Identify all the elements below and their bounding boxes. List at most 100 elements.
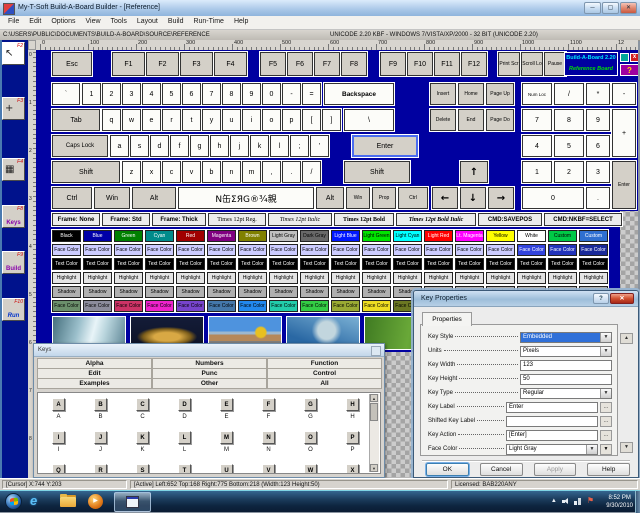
key-n-g[interactable]: N缶ΣЯG®¾親 xyxy=(178,187,314,209)
text-color-button-10[interactable]: Text Color xyxy=(362,258,391,270)
face-color2-button-10[interactable]: Face Color xyxy=(362,300,391,312)
highlight-button-17[interactable]: Highlight xyxy=(579,272,608,284)
face-color2-button-9[interactable]: Face Color xyxy=(331,300,360,312)
key-5[interactable]: 5 xyxy=(162,83,181,105)
keys-scrollbar[interactable]: ▲ ▼ xyxy=(369,394,379,472)
key-n[interactable]: n xyxy=(222,161,241,183)
tab-properties[interactable]: Properties xyxy=(422,312,472,326)
key-key[interactable]: / xyxy=(302,161,321,183)
key-s[interactable]: s xyxy=(130,135,149,157)
shadow-button-2[interactable]: Shadow xyxy=(114,286,143,298)
style-button-cmd-nkbf-select[interactable]: CMD:NKBF=SELECT xyxy=(544,213,622,226)
face-color-select[interactable]: Light Gray▼ xyxy=(506,444,598,455)
close-button[interactable]: ✕ xyxy=(620,2,637,14)
color-name-light-red-12[interactable]: Light Red xyxy=(424,230,453,242)
network-icon[interactable] xyxy=(574,497,582,505)
key-d[interactable]: d xyxy=(150,135,169,157)
key-pause[interactable]: Pause xyxy=(544,52,566,76)
key-8[interactable]: 8 xyxy=(554,109,584,131)
maximize-button[interactable]: ▢ xyxy=(602,2,619,14)
style-button-frame-std[interactable]: Frame: Std xyxy=(102,213,150,226)
key-2[interactable]: 2 xyxy=(554,161,584,183)
shadow-button-8[interactable]: Shadow xyxy=(300,286,329,298)
key-6[interactable]: 6 xyxy=(586,135,610,157)
media-player-icon[interactable]: ▶ xyxy=(88,494,103,509)
text-color-button-9[interactable]: Text Color xyxy=(331,258,360,270)
key-c[interactable]: c xyxy=(162,161,181,183)
explorer-folder-icon[interactable] xyxy=(60,497,76,507)
style-button-cmd-savepos[interactable]: CMD:SAVEPOS xyxy=(478,213,542,226)
key-f10[interactable]: F10 xyxy=(407,52,433,76)
chevron-down-icon[interactable]: ▼ xyxy=(600,389,611,398)
key-label-input[interactable]: Enter xyxy=(506,402,598,413)
key-backspace[interactable]: Backspace xyxy=(324,83,394,105)
style-button-times-12pt-bold[interactable]: Times 12pt Bold xyxy=(334,213,394,226)
key-e[interactable]: e xyxy=(142,109,161,131)
text-color-button-11[interactable]: Text Color xyxy=(393,258,422,270)
text-color-button-6[interactable]: Text Color xyxy=(238,258,267,270)
highlight-button-4[interactable]: Highlight xyxy=(176,272,205,284)
key-type-select[interactable]: Regular▼ xyxy=(520,388,612,399)
menu-item-help[interactable]: Help xyxy=(229,16,253,29)
show-desktop-button[interactable] xyxy=(635,491,640,513)
chevron-down-icon[interactable]: ▼ xyxy=(586,445,597,454)
highlight-button-0[interactable]: Highlight xyxy=(52,272,81,284)
face-color2-button-5[interactable]: Face Color xyxy=(207,300,236,312)
units-select[interactable]: Pixels▼ xyxy=(520,346,612,357)
key-key[interactable]: - xyxy=(282,83,301,105)
key-key[interactable]: - xyxy=(612,83,636,105)
color-name-blue-1[interactable]: Blue xyxy=(83,230,112,242)
key-key[interactable]: ' xyxy=(310,135,329,157)
key-enter[interactable]: Enter xyxy=(612,161,636,209)
palette-key-l[interactable]: L xyxy=(178,431,191,444)
palette-key-t[interactable]: T xyxy=(178,464,191,474)
key-key[interactable]: → xyxy=(488,187,514,209)
palette-key-h[interactable]: H xyxy=(346,398,359,411)
key-key[interactable]: ` xyxy=(52,83,80,105)
ok-button[interactable]: OK xyxy=(426,463,469,476)
ellipsis-button[interactable]: ... xyxy=(600,416,612,427)
key-1[interactable]: 1 xyxy=(82,83,101,105)
menu-item-tools[interactable]: Tools xyxy=(106,16,132,29)
key-1[interactable]: 1 xyxy=(522,161,552,183)
key-h[interactable]: h xyxy=(210,135,229,157)
palette-key-n[interactable]: N xyxy=(262,431,275,444)
key-f9[interactable]: F9 xyxy=(380,52,406,76)
highlight-button-16[interactable]: Highlight xyxy=(548,272,577,284)
ellipsis-button[interactable]: ... xyxy=(600,430,612,441)
highlight-button-5[interactable]: Highlight xyxy=(207,272,236,284)
face-color-button-16[interactable]: Face Color xyxy=(548,244,577,256)
key-end[interactable]: End xyxy=(458,109,484,131)
text-color-button-0[interactable]: Text Color xyxy=(52,258,81,270)
key-3[interactable]: 3 xyxy=(586,161,610,183)
board-help-button[interactable]: ? xyxy=(620,64,638,76)
key-win[interactable]: Win xyxy=(94,187,130,209)
text-color-button-16[interactable]: Text Color xyxy=(548,258,577,270)
highlight-button-9[interactable]: Highlight xyxy=(331,272,360,284)
scroll-up-icon[interactable]: ▲ xyxy=(370,394,378,402)
highlight-button-6[interactable]: Highlight xyxy=(238,272,267,284)
key-height-input[interactable]: 50 xyxy=(520,374,612,385)
face-color-button-0[interactable]: Face Color xyxy=(52,244,81,256)
palette-key-b[interactable]: B xyxy=(94,398,107,411)
help-button[interactable]: Help xyxy=(587,463,630,476)
palette-key-o[interactable]: O xyxy=(304,431,317,444)
chevron-down-icon[interactable]: ▼ xyxy=(600,333,611,342)
color-name-magenta-5[interactable]: Magenta xyxy=(207,230,236,242)
key-g[interactable]: g xyxy=(190,135,209,157)
menu-item-run-time[interactable]: Run-Time xyxy=(188,16,228,29)
palette-key-p[interactable]: P xyxy=(346,431,359,444)
tool-button-crosshair-icon[interactable]: F3+ xyxy=(2,97,25,120)
key-print-scr[interactable]: Print Scr xyxy=(498,52,520,76)
text-color-button-15[interactable]: Text Color xyxy=(517,258,546,270)
highlight-button-14[interactable]: Highlight xyxy=(486,272,515,284)
palette-key-a[interactable]: A xyxy=(52,398,65,411)
highlight-button-13[interactable]: Highlight xyxy=(455,272,484,284)
key-alt[interactable]: Alt xyxy=(132,187,176,209)
palette-key-e[interactable]: E xyxy=(220,398,233,411)
face-color-button-13[interactable]: Face Color xyxy=(455,244,484,256)
palette-key-m[interactable]: M xyxy=(220,431,233,444)
highlight-button-11[interactable]: Highlight xyxy=(393,272,422,284)
face-color-button-9[interactable]: Face Color xyxy=(331,244,360,256)
face-color2-button-2[interactable]: Face Color xyxy=(114,300,143,312)
